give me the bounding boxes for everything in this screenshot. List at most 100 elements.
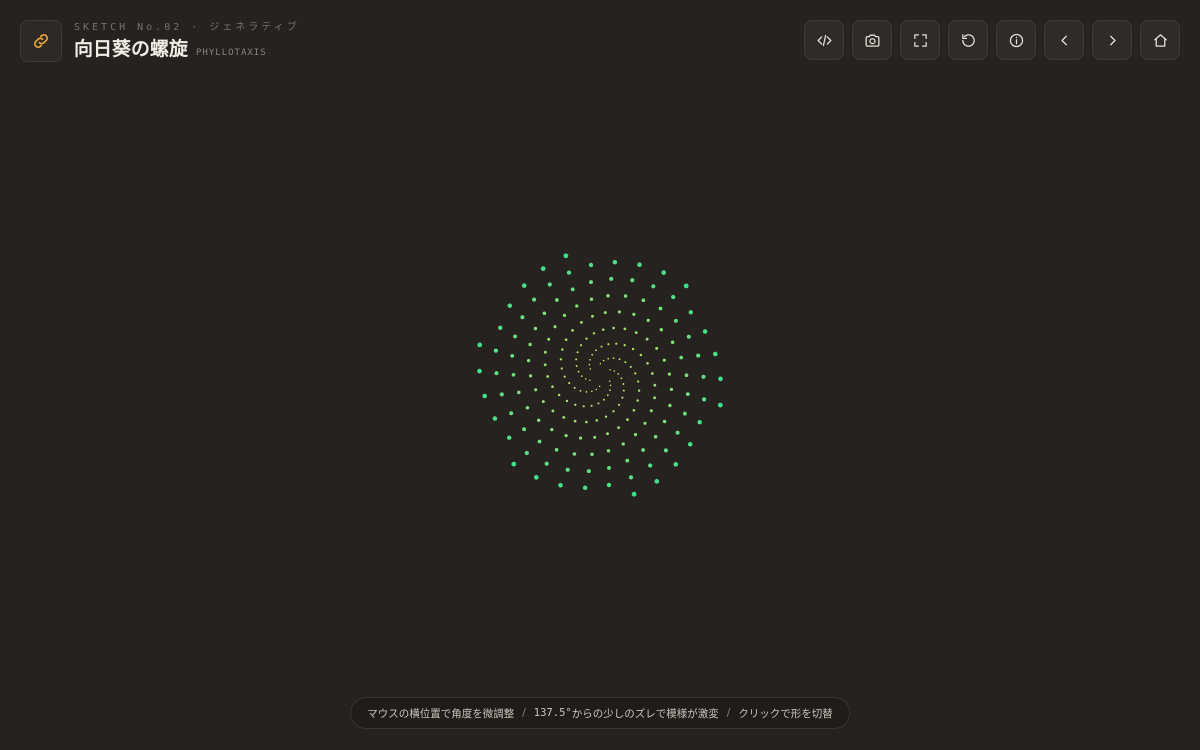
spiral-dot <box>565 399 569 403</box>
spiral-dot <box>543 350 547 354</box>
spiral-dot <box>718 376 723 382</box>
spiral-dot <box>643 421 647 425</box>
spiral-dot <box>564 434 568 438</box>
spiral-drawing[interactable] <box>0 0 1200 750</box>
reset-button[interactable] <box>948 20 988 60</box>
spiral-dot <box>577 370 580 373</box>
spiral-dot <box>586 469 591 474</box>
spiral-dot <box>668 403 672 408</box>
spiral-dot <box>637 380 640 383</box>
spiral-dot <box>510 354 515 358</box>
spiral-dot <box>590 404 593 407</box>
spiral-dot <box>494 371 499 376</box>
spiral-dot <box>568 382 571 385</box>
spiral-dot <box>713 351 718 357</box>
spiral-dot <box>612 259 618 265</box>
info-button[interactable] <box>996 20 1036 60</box>
home-icon <box>1153 33 1167 47</box>
spiral-dot <box>477 342 483 348</box>
spiral-dot <box>617 426 620 429</box>
spiral-dot <box>562 313 567 317</box>
spiral-dot <box>570 287 575 292</box>
spiral-dot <box>582 485 588 491</box>
next-button[interactable] <box>1092 20 1132 60</box>
spiral-canvas[interactable] <box>0 0 1200 750</box>
link-icon <box>34 34 48 48</box>
spiral-dot <box>637 389 641 392</box>
spiral-dot <box>537 418 541 422</box>
spiral-dot <box>559 358 563 361</box>
spiral-dot <box>589 379 591 382</box>
spiral-dot <box>653 396 657 400</box>
spiral-dot <box>602 359 605 362</box>
spiral-dot <box>600 345 603 348</box>
spiral-dot <box>584 378 587 380</box>
spiral-dot <box>554 447 559 452</box>
reset-icon <box>961 33 975 47</box>
spiral-dot <box>547 337 551 341</box>
spiral-dot <box>623 294 628 298</box>
spiral-dot <box>560 367 563 370</box>
spiral-dot <box>565 467 570 472</box>
spiral-dot <box>585 420 588 424</box>
spiral-dot <box>658 306 663 311</box>
spiral-dot <box>622 383 625 385</box>
camera-icon <box>864 34 880 47</box>
screenshot-button[interactable] <box>852 20 892 60</box>
spiral-dot <box>667 372 672 376</box>
spiral-dot <box>575 365 578 367</box>
spiral-dot <box>628 475 634 480</box>
spiral-dot <box>634 372 637 375</box>
page-title: 向日葵の螺旋 <box>74 38 189 60</box>
spiral-dot <box>659 328 663 332</box>
view-code-button[interactable] <box>804 20 844 60</box>
spiral-dot <box>589 368 592 370</box>
spiral-dot <box>637 262 642 268</box>
title-row: 向日葵の螺旋 PHYLLOTAXIS <box>74 37 300 61</box>
spiral-dot <box>517 390 521 395</box>
spiral-dot <box>673 462 679 467</box>
spiral-dot <box>662 419 667 424</box>
spiral-dot <box>717 402 723 408</box>
spiral-dot <box>528 342 532 347</box>
spiral-dot <box>686 334 691 339</box>
spiral-dot <box>589 297 594 301</box>
fullscreen-icon <box>913 33 927 47</box>
spiral-dot <box>696 353 701 358</box>
spiral-dot <box>651 284 656 289</box>
spiral-dot <box>580 375 583 377</box>
spiral-dot <box>590 452 594 456</box>
spiral-dot <box>653 383 657 387</box>
spiral-dot <box>606 449 611 453</box>
spiral-dot <box>543 363 547 367</box>
spiral-dot <box>582 405 585 408</box>
spiral-dot <box>702 329 708 334</box>
spiral-dot <box>597 402 600 405</box>
spiral-dot <box>607 343 610 346</box>
spiral-dot <box>593 435 597 439</box>
spiral-dot <box>588 363 591 366</box>
spiral-dot <box>482 393 488 399</box>
spiral-dot <box>511 372 516 377</box>
spiral-dot <box>630 278 635 283</box>
spiral-dot <box>617 373 620 375</box>
spiral-dot <box>682 411 687 416</box>
spiral-dot <box>590 390 593 393</box>
spiral-dot <box>634 331 638 334</box>
spiral-dot <box>648 463 653 468</box>
fullscreen-button[interactable] <box>900 20 940 60</box>
spiral-dot <box>615 342 618 345</box>
spiral-dot <box>609 384 612 387</box>
spiral-dot <box>576 351 579 354</box>
spiral-dot <box>592 332 596 335</box>
spiral-dot <box>650 372 654 375</box>
spiral-dot <box>513 334 518 339</box>
home-button[interactable] <box>1140 20 1180 60</box>
previous-button[interactable] <box>1044 20 1084 60</box>
logo-button[interactable] <box>20 20 62 62</box>
spiral-dot <box>573 386 576 389</box>
spiral-dot <box>564 338 568 342</box>
hint-separator: / <box>522 707 526 719</box>
spiral-dot <box>599 362 602 365</box>
spiral-dot <box>609 368 611 371</box>
